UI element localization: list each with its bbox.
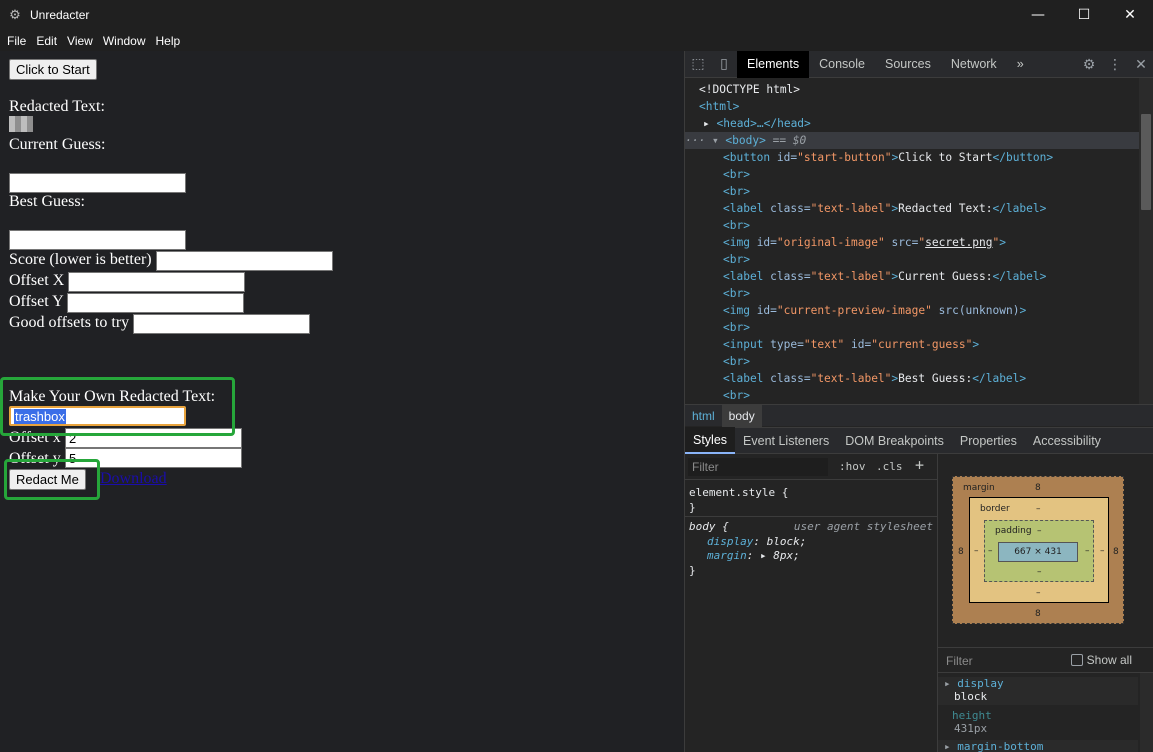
styles-pane: Filter :hov .cls + element.style { } bod… bbox=[685, 454, 938, 752]
offset-y-field[interactable] bbox=[67, 293, 244, 313]
close-devtools-icon[interactable]: ✕ bbox=[1128, 51, 1153, 78]
body-rule-close: } bbox=[689, 564, 696, 577]
dom-line-body[interactable]: ··· ▾ <body> == $0 bbox=[685, 132, 1140, 149]
dom-line-br[interactable]: <br> bbox=[723, 251, 750, 268]
hov-toggle[interactable]: :hov bbox=[839, 460, 866, 473]
offset-x-label: Offset X bbox=[9, 272, 65, 289]
rule-margin[interactable]: margin: ▸ 8px; bbox=[707, 549, 800, 562]
dom-line-br[interactable]: <br> bbox=[723, 319, 750, 336]
redacted-text-label: Redacted Text: bbox=[9, 98, 105, 115]
breadcrumb: html body bbox=[685, 404, 1153, 427]
crumb-body[interactable]: body bbox=[721, 404, 762, 427]
tab-elements[interactable]: Elements bbox=[737, 50, 810, 78]
title-bar: ⚙ Unredacter — ☐ ✕ bbox=[0, 0, 1153, 30]
tab-properties[interactable]: Properties bbox=[952, 427, 1025, 454]
dom-line-br[interactable]: <br> bbox=[723, 353, 750, 370]
box-model-margin: margin 8 8 8 8 border – – – – padding – … bbox=[952, 476, 1124, 624]
more-options-icon[interactable]: ⋮ bbox=[1102, 51, 1128, 78]
show-all-checkbox[interactable] bbox=[1070, 654, 1083, 666]
dom-line-input[interactable]: <input type="text" id="current-guess"> bbox=[723, 336, 979, 353]
dom-scrollbar-thumb[interactable] bbox=[1141, 114, 1151, 210]
box-model-border: border – – – – padding – – – – 667 × 431 bbox=[969, 497, 1109, 603]
dom-line-br[interactable]: <br> bbox=[723, 183, 750, 200]
offset-y-label: Offset Y bbox=[9, 293, 64, 310]
current-guess-field[interactable] bbox=[9, 173, 186, 193]
ua-stylesheet-label: user agent stylesheet bbox=[793, 520, 933, 533]
element-style-selector[interactable]: element.style { bbox=[689, 486, 788, 499]
device-toolbar-icon[interactable]: ▯ bbox=[711, 51, 737, 78]
dom-line-br[interactable]: <br> bbox=[723, 387, 750, 404]
good-offsets-field[interactable] bbox=[133, 314, 310, 334]
settings-gear-icon[interactable]: ⚙ bbox=[1076, 51, 1102, 78]
app-icon: ⚙ bbox=[9, 7, 21, 23]
tab-styles[interactable]: Styles bbox=[685, 427, 736, 454]
dom-line-label-best[interactable]: <label class="text-label">Best Guess:</l… bbox=[723, 370, 1026, 387]
menu-edit[interactable]: Edit bbox=[31, 34, 62, 48]
tab-event-listeners[interactable]: Event Listeners bbox=[735, 427, 837, 454]
show-all-toggle[interactable]: Show all bbox=[1070, 653, 1132, 667]
tab-dom-breakpoints[interactable]: DOM Breakpoints bbox=[837, 427, 952, 454]
dom-scrollbar[interactable] bbox=[1139, 78, 1153, 404]
dom-line-br[interactable]: <br> bbox=[723, 217, 750, 234]
close-button[interactable]: ✕ bbox=[1107, 0, 1153, 30]
more-tabs-button[interactable]: » bbox=[1007, 51, 1034, 78]
inspect-element-icon[interactable]: ⬚ bbox=[685, 51, 711, 78]
dom-tree: <!DOCTYPE html> <html> ▸ <head>…</head> … bbox=[685, 78, 1140, 404]
best-guess-field[interactable] bbox=[9, 230, 186, 250]
tab-sources[interactable]: Sources bbox=[875, 51, 941, 78]
devtools-toolbar: ⬚ ▯ Elements Console Sources Network » ⚙… bbox=[685, 50, 1153, 78]
dom-line-preview-image[interactable]: <img id="current-preview-image" src(unkn… bbox=[723, 302, 1026, 319]
dom-line-html[interactable]: <html> bbox=[699, 98, 739, 115]
page-content: Click to Start Redacted Text: Current Gu… bbox=[0, 51, 684, 752]
start-button[interactable]: Click to Start bbox=[9, 59, 97, 80]
dom-line-start-button[interactable]: <button id="start-button">Click to Start… bbox=[723, 149, 1053, 166]
tab-console[interactable]: Console bbox=[809, 51, 875, 78]
box-model-content: 667 × 431 bbox=[998, 542, 1078, 562]
element-style-close: } bbox=[689, 501, 696, 514]
maximize-button[interactable]: ☐ bbox=[1061, 0, 1107, 30]
add-rule-icon[interactable]: + bbox=[915, 456, 924, 474]
dom-line-original-image[interactable]: <img id="original-image" src="secret.png… bbox=[723, 234, 1006, 251]
computed-filter-row: Filter Show all bbox=[938, 647, 1153, 673]
computed-row-margin-bottom[interactable]: ▸ margin-bottom bbox=[938, 740, 1138, 752]
computed-pane: margin 8 8 8 8 border – – – – padding – … bbox=[938, 454, 1153, 752]
dom-line-br[interactable]: <br> bbox=[723, 285, 750, 302]
tab-network[interactable]: Network bbox=[941, 51, 1007, 78]
dom-line-head[interactable]: ▸ <head>…</head> bbox=[703, 115, 811, 132]
score-label: Score (lower is better) bbox=[9, 251, 152, 268]
tab-accessibility[interactable]: Accessibility bbox=[1025, 427, 1109, 454]
menu-bar: File Edit View Window Help bbox=[0, 30, 1153, 51]
styles-filter-input[interactable]: Filter bbox=[688, 458, 828, 476]
box-model-padding: padding – – – – 667 × 431 bbox=[984, 520, 1094, 582]
highlight-box-own-text bbox=[0, 377, 235, 436]
redacted-image bbox=[9, 116, 33, 132]
menu-window[interactable]: Window bbox=[98, 34, 151, 48]
download-link[interactable]: Download bbox=[100, 470, 167, 488]
window-title: Unredacter bbox=[30, 8, 90, 22]
computed-filter-input[interactable]: Filter bbox=[946, 654, 973, 668]
dom-line-label-current[interactable]: <label class="text-label">Current Guess:… bbox=[723, 268, 1046, 285]
cls-toggle[interactable]: .cls bbox=[876, 460, 903, 473]
menu-file[interactable]: File bbox=[2, 34, 31, 48]
offset-x-field[interactable] bbox=[68, 272, 245, 292]
menu-view[interactable]: View bbox=[62, 34, 98, 48]
computed-scrollbar[interactable] bbox=[1140, 673, 1153, 752]
rule-display[interactable]: display: block; bbox=[707, 535, 806, 548]
dom-line-doctype[interactable]: <!DOCTYPE html> bbox=[699, 81, 800, 98]
computed-row-height[interactable]: height 431px bbox=[938, 709, 1138, 735]
dom-line-br[interactable]: <br> bbox=[723, 166, 750, 183]
computed-row-display[interactable]: ▸ display block bbox=[938, 677, 1138, 705]
highlight-box-redact-button bbox=[4, 459, 100, 500]
best-guess-label: Best Guess: bbox=[9, 193, 85, 210]
good-offsets-label: Good offsets to try bbox=[9, 314, 130, 331]
body-rule-selector[interactable]: body { bbox=[689, 520, 729, 533]
devtools-panel: ⬚ ▯ Elements Console Sources Network » ⚙… bbox=[684, 50, 1153, 752]
styles-subtabs: Styles Event Listeners DOM Breakpoints P… bbox=[685, 427, 1153, 454]
dom-line-label-redacted[interactable]: <label class="text-label">Redacted Text:… bbox=[723, 200, 1046, 217]
minimize-button[interactable]: — bbox=[1015, 0, 1061, 30]
current-guess-label: Current Guess: bbox=[9, 136, 106, 153]
menu-help[interactable]: Help bbox=[151, 34, 186, 48]
score-field[interactable] bbox=[156, 251, 333, 271]
crumb-html[interactable]: html bbox=[685, 405, 722, 427]
